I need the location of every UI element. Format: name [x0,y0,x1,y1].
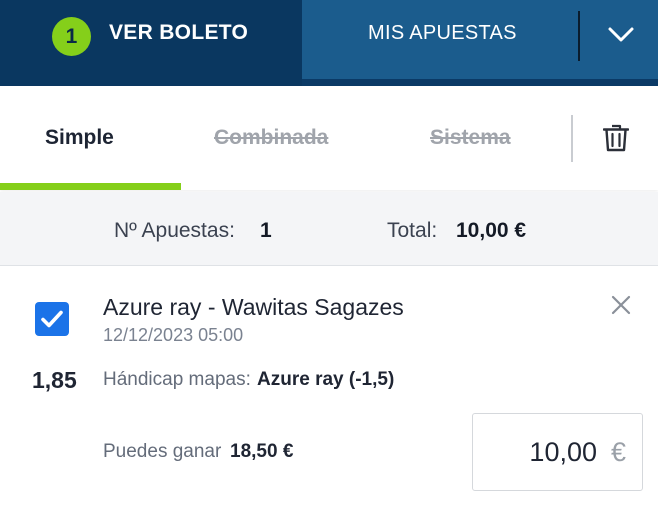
bets-count-label: Nº Apuestas: [114,219,235,242]
ver-boleto-tab[interactable]: 1 VER BOLETO [0,0,302,86]
stake-currency: € [610,437,626,467]
ver-boleto-label: VER BOLETO [109,21,249,44]
active-tab-indicator [0,183,181,190]
tab-combinada: Combinada [214,126,329,149]
event-datetime: 12/12/2023 05:00 [103,325,244,345]
checkmark-icon [41,310,63,328]
potential-win-value: 18,50 € [230,441,294,462]
betslip-header: 1 VER BOLETO MIS APUESTAS [0,0,658,86]
potential-win-label: Puedes ganar [103,441,222,462]
total-label: Total: [387,219,438,242]
total-value: 10,00 € [456,219,527,242]
bet-summary: Nº Apuestas: 1 Total: 10,00 € [0,192,658,266]
chevron-down-icon[interactable] [606,20,636,50]
tab-sistema: Sistema [430,126,511,149]
tab-simple[interactable]: Simple [45,126,114,150]
market-label: Hándicap mapas: [103,369,251,390]
bet-odds: 1,85 [32,367,77,393]
bets-count-value: 1 [260,219,272,242]
bet-type-tabs: Simple Combinada Sistema [0,86,658,190]
trash-icon[interactable] [603,124,629,152]
header-divider [578,11,580,61]
bet-select-checkbox[interactable] [35,302,69,336]
bet-count-badge: 1 [52,17,91,56]
stake-input[interactable]: 10,00 € [472,413,643,491]
market-selection: Azure ray (-1,5) [257,369,395,390]
tabs-divider [571,115,573,162]
stake-value[interactable]: 10,00 [529,437,597,468]
close-icon[interactable] [610,294,632,316]
event-name: Azure ray - Wawitas Sagazes [103,294,404,320]
mis-apuestas-label[interactable]: MIS APUESTAS [368,22,517,45]
